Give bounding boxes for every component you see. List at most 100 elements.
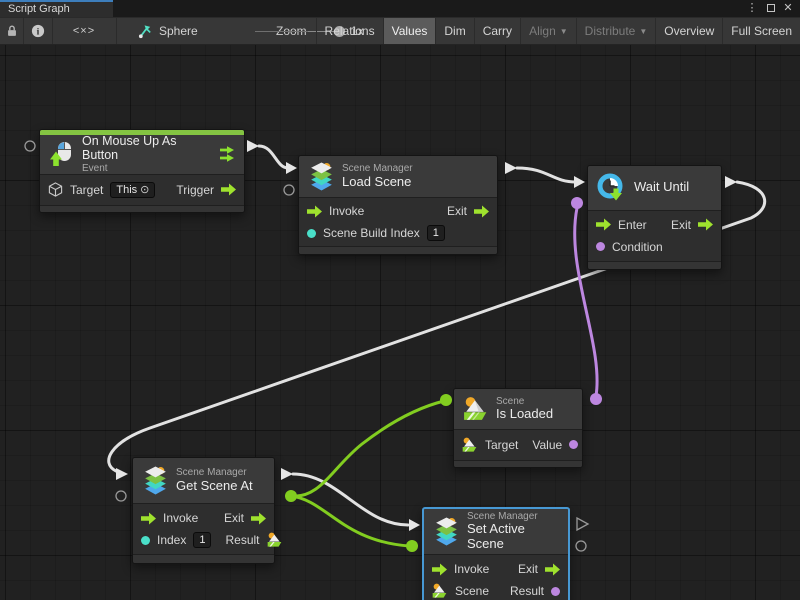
node-is-loaded[interactable]: Scene Is Loaded Target	[453, 388, 583, 468]
zoom-slider-track[interactable]	[255, 31, 308, 32]
wire-result-to-setactive-scene	[291, 496, 409, 546]
port-isloaded-value-out	[590, 393, 602, 405]
chevron-down-icon: ▼	[560, 27, 568, 36]
flow-arrow-icon[interactable]	[474, 205, 489, 218]
flow-arrow-icon[interactable]	[221, 183, 236, 196]
node-get-scene-at[interactable]: Scene Manager Get Scene At Invoke Exit	[132, 457, 275, 564]
port-label-value: Value	[532, 438, 562, 452]
distribute-button[interactable]: Distribute▼	[576, 18, 656, 44]
node-footer	[588, 261, 721, 269]
scene-build-index-field[interactable]: 1	[427, 225, 445, 241]
index-field[interactable]: 1	[193, 532, 211, 548]
relations-button[interactable]: Relations	[316, 18, 383, 44]
port-label-scene-build-index: Scene Build Index	[323, 226, 420, 240]
port-setactive-invoke-in	[409, 519, 420, 531]
target-value-field[interactable]: This ⊙	[110, 182, 155, 198]
scene-port-icon[interactable]	[267, 532, 283, 548]
info-button[interactable]: i	[23, 18, 52, 44]
graph-canvas[interactable]: On Mouse Up As Button Event	[0, 45, 800, 600]
graph-name: Sphere	[159, 24, 198, 38]
script-graph-icon	[138, 24, 153, 39]
chevron-down-icon: ▼	[639, 27, 647, 36]
flow-arrow-icon[interactable]	[545, 563, 560, 576]
port-label-target: Target	[70, 183, 103, 197]
port-mouseup-target-in	[25, 141, 35, 151]
node-set-active-scene[interactable]: Scene Manager Set Active Scene Invoke Ex…	[422, 507, 570, 600]
value-port-icon[interactable]	[596, 242, 605, 251]
overview-button[interactable]: Overview	[655, 18, 722, 44]
code-icon: <×>	[73, 25, 95, 37]
coroutine-double-arrow-icon[interactable]	[219, 146, 235, 162]
port-label-enter: Enter	[618, 218, 647, 232]
port-label-trigger: Trigger	[176, 183, 214, 197]
node-footer	[133, 554, 274, 563]
port-label-condition: Condition	[612, 240, 663, 254]
port-getsceneat-index-in	[116, 491, 126, 501]
port-isloaded-target-in	[440, 394, 452, 406]
node-title: Wait Until	[634, 180, 689, 195]
tab-script-graph[interactable]: Script Graph	[0, 0, 113, 17]
node-title: Is Loaded	[496, 407, 553, 422]
align-button[interactable]: Align▼	[520, 18, 576, 44]
window-menu-icon[interactable]: ⋮	[744, 1, 760, 16]
fullscreen-button[interactable]: Full Screen	[722, 18, 800, 44]
wire-result-to-isloaded-target	[291, 401, 444, 496]
scene-manager-icon	[433, 517, 460, 546]
node-on-mouse-up-as-button[interactable]: On Mouse Up As Button Event	[39, 129, 245, 213]
toolbar-toggle-group: Relations Values Dim Carry Align▼ Distri…	[316, 18, 800, 44]
window-close-icon[interactable]: ✕	[780, 1, 796, 16]
svg-text:i: i	[36, 27, 39, 38]
port-label-scene: Scene	[455, 584, 489, 598]
node-title: On Mouse Up As Button	[82, 134, 205, 163]
values-button[interactable]: Values	[383, 18, 436, 44]
scene-manager-icon	[308, 162, 335, 191]
object-picker-icon[interactable]: ⊙	[140, 183, 149, 197]
value-port-icon[interactable]	[307, 229, 316, 238]
port-loadscene-index-in	[284, 185, 294, 195]
cube-icon[interactable]	[48, 182, 63, 197]
flow-arrow-icon[interactable]	[307, 205, 322, 218]
value-port-icon[interactable]	[551, 587, 560, 596]
scene-icon	[463, 396, 489, 422]
flow-arrow-icon[interactable]	[698, 218, 713, 231]
port-label-target: Target	[485, 438, 518, 452]
node-wait-until[interactable]: Wait Until Enter Exit Condition	[587, 165, 722, 270]
port-label-invoke: Invoke	[329, 204, 364, 218]
node-title: Get Scene At	[176, 479, 253, 494]
node-load-scene[interactable]: Scene Manager Load Scene Invoke Exit	[298, 155, 498, 255]
wait-until-clock-icon	[597, 173, 627, 203]
node-title: Set Active Scene	[467, 522, 559, 552]
port-label-index: Index	[157, 533, 186, 547]
port-label-exit: Exit	[671, 218, 691, 232]
scene-port-icon[interactable]	[432, 583, 448, 599]
lock-icon	[5, 24, 19, 38]
graph-breadcrumb[interactable]: Sphere	[133, 18, 203, 44]
code-view-button[interactable]: <×>	[52, 18, 116, 44]
port-label-invoke: Invoke	[163, 511, 198, 525]
carry-button[interactable]: Carry	[474, 18, 520, 44]
port-label-exit: Exit	[518, 562, 538, 576]
node-footer	[454, 460, 582, 467]
flow-arrow-icon[interactable]	[432, 563, 447, 576]
graph-toolbar: i <×> Sphere Zoom 1x Relations Values Di…	[0, 17, 800, 45]
scene-port-icon[interactable]	[462, 437, 478, 453]
flow-arrow-icon[interactable]	[141, 512, 156, 525]
value-port-icon[interactable]	[569, 440, 578, 449]
port-setactive-scene-in	[406, 540, 418, 552]
port-waituntil-exit-out	[725, 176, 737, 188]
lock-button[interactable]	[0, 18, 23, 44]
window-maximize-icon[interactable]	[763, 1, 779, 16]
port-setactive-result-out	[576, 541, 586, 551]
wire-loadscene-exit-to-waituntil	[517, 168, 576, 182]
value-port-icon[interactable]	[141, 536, 150, 545]
flow-arrow-icon[interactable]	[251, 512, 266, 525]
dim-button[interactable]: Dim	[435, 18, 473, 44]
unity-visual-scripting-window: Script Graph ⋮ ✕ i <×> Sphere Zoo	[0, 0, 800, 600]
flow-arrow-icon[interactable]	[596, 218, 611, 231]
mouse-up-icon	[49, 141, 75, 167]
wire-trigger-to-loadscene	[259, 146, 288, 168]
node-footer	[299, 246, 497, 254]
port-waituntil-enter-in	[574, 176, 585, 188]
port-loadscene-invoke-in	[286, 162, 297, 174]
port-setactive-exit-out	[577, 518, 588, 530]
